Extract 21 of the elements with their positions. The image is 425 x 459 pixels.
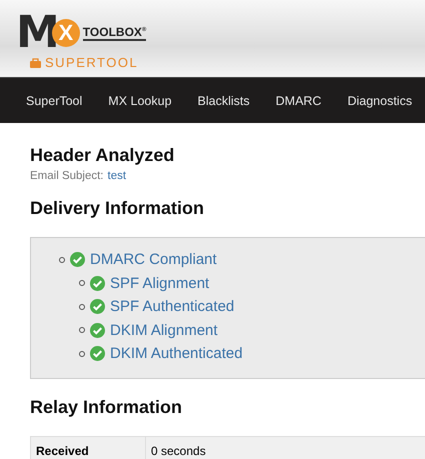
section-heading: Relay Information	[30, 396, 184, 418]
section-heading: Header Analyzed	[30, 145, 176, 166]
table-cell: Received	[30, 436, 146, 459]
result-link[interactable]: DMARC Compliant	[90, 251, 217, 268]
bullet-icon	[79, 280, 85, 286]
bullet-icon	[79, 350, 85, 357]
result-link[interactable]: DKIM Authenticated	[110, 345, 243, 362]
bullet-icon	[79, 327, 85, 334]
nav-link[interactable]: Blacklists	[184, 94, 263, 108]
subject-value: test	[108, 170, 126, 182]
section-heading: Delivery Information	[30, 198, 206, 219]
bullet-icon	[59, 256, 65, 263]
subject-label: Email Subject:	[30, 170, 104, 182]
nav-link[interactable]: DMARC	[262, 94, 334, 108]
result-link[interactable]: SPF Authenticated	[110, 298, 234, 316]
nav-link[interactable]: Diagnostics	[334, 94, 425, 108]
nav-link[interactable]: MX Lookup	[95, 94, 185, 108]
bullet-icon	[79, 304, 85, 310]
result-link[interactable]: SPF Alignment	[110, 274, 210, 292]
result-link[interactable]: DKIM Alignment	[110, 322, 218, 339]
nav-link[interactable]: SuperTool	[0, 94, 96, 108]
